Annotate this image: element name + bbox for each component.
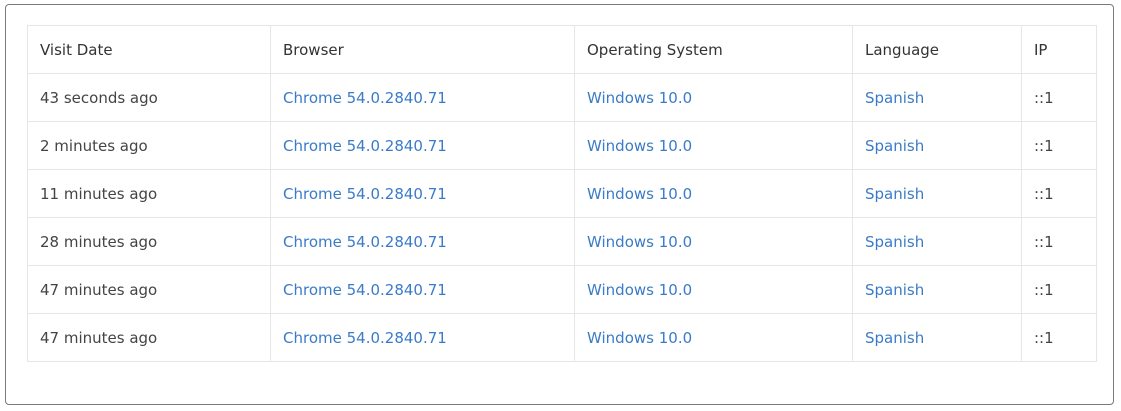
browser-link[interactable]: Chrome 54.0.2840.71 bbox=[283, 233, 447, 251]
language-link[interactable]: Spanish bbox=[865, 281, 924, 299]
browser-cell: Chrome 54.0.2840.71 bbox=[270, 217, 575, 266]
language-cell: Spanish bbox=[852, 313, 1022, 362]
os-link[interactable]: Windows 10.0 bbox=[587, 89, 692, 107]
browser-cell: Chrome 54.0.2840.71 bbox=[270, 73, 575, 122]
browser-link[interactable]: Chrome 54.0.2840.71 bbox=[283, 329, 447, 347]
os-link[interactable]: Windows 10.0 bbox=[587, 185, 692, 203]
os-cell: Windows 10.0 bbox=[574, 121, 853, 170]
header-visit-date: Visit Date bbox=[27, 25, 271, 74]
visit-date-cell: 47 minutes ago bbox=[27, 313, 271, 362]
language-link[interactable]: Spanish bbox=[865, 89, 924, 107]
table-row: 2 minutes ago Chrome 54.0.2840.71 Window… bbox=[27, 121, 1097, 170]
browser-cell: Chrome 54.0.2840.71 bbox=[270, 121, 575, 170]
visits-table: Visit Date Browser Operating System Lang… bbox=[27, 25, 1097, 362]
language-link[interactable]: Spanish bbox=[865, 137, 924, 155]
language-cell: Spanish bbox=[852, 265, 1022, 314]
ip-cell: ::1 bbox=[1021, 265, 1097, 314]
browser-link[interactable]: Chrome 54.0.2840.71 bbox=[283, 185, 447, 203]
browser-link[interactable]: Chrome 54.0.2840.71 bbox=[283, 137, 447, 155]
os-cell: Windows 10.0 bbox=[574, 169, 853, 218]
table-row: 47 minutes ago Chrome 54.0.2840.71 Windo… bbox=[27, 313, 1097, 362]
table-header: Visit Date Browser Operating System Lang… bbox=[27, 25, 1097, 74]
visit-date-cell: 47 minutes ago bbox=[27, 265, 271, 314]
language-link[interactable]: Spanish bbox=[865, 185, 924, 203]
table-row: 47 minutes ago Chrome 54.0.2840.71 Windo… bbox=[27, 265, 1097, 314]
ip-cell: ::1 bbox=[1021, 169, 1097, 218]
os-link[interactable]: Windows 10.0 bbox=[587, 233, 692, 251]
os-cell: Windows 10.0 bbox=[574, 73, 853, 122]
os-link[interactable]: Windows 10.0 bbox=[587, 281, 692, 299]
language-cell: Spanish bbox=[852, 121, 1022, 170]
os-cell: Windows 10.0 bbox=[574, 265, 853, 314]
header-language: Language bbox=[852, 25, 1022, 74]
browser-link[interactable]: Chrome 54.0.2840.71 bbox=[283, 281, 447, 299]
language-cell: Spanish bbox=[852, 169, 1022, 218]
os-link[interactable]: Windows 10.0 bbox=[587, 329, 692, 347]
language-cell: Spanish bbox=[852, 73, 1022, 122]
header-row: Visit Date Browser Operating System Lang… bbox=[27, 25, 1097, 74]
ip-cell: ::1 bbox=[1021, 217, 1097, 266]
table-row: 43 seconds ago Chrome 54.0.2840.71 Windo… bbox=[27, 73, 1097, 122]
visit-date-cell: 11 minutes ago bbox=[27, 169, 271, 218]
language-link[interactable]: Spanish bbox=[865, 233, 924, 251]
header-browser: Browser bbox=[270, 25, 575, 74]
os-cell: Windows 10.0 bbox=[574, 313, 853, 362]
visit-date-cell: 28 minutes ago bbox=[27, 217, 271, 266]
browser-cell: Chrome 54.0.2840.71 bbox=[270, 313, 575, 362]
visits-panel: Visit Date Browser Operating System Lang… bbox=[5, 4, 1114, 405]
visit-date-cell: 43 seconds ago bbox=[27, 73, 271, 122]
header-operating-system: Operating System bbox=[574, 25, 853, 74]
ip-cell: ::1 bbox=[1021, 73, 1097, 122]
table-row: 28 minutes ago Chrome 54.0.2840.71 Windo… bbox=[27, 217, 1097, 266]
browser-link[interactable]: Chrome 54.0.2840.71 bbox=[283, 89, 447, 107]
header-ip: IP bbox=[1021, 25, 1097, 74]
language-cell: Spanish bbox=[852, 217, 1022, 266]
visit-date-cell: 2 minutes ago bbox=[27, 121, 271, 170]
ip-cell: ::1 bbox=[1021, 121, 1097, 170]
language-link[interactable]: Spanish bbox=[865, 329, 924, 347]
ip-cell: ::1 bbox=[1021, 313, 1097, 362]
os-link[interactable]: Windows 10.0 bbox=[587, 137, 692, 155]
os-cell: Windows 10.0 bbox=[574, 217, 853, 266]
browser-cell: Chrome 54.0.2840.71 bbox=[270, 169, 575, 218]
table-row: 11 minutes ago Chrome 54.0.2840.71 Windo… bbox=[27, 169, 1097, 218]
browser-cell: Chrome 54.0.2840.71 bbox=[270, 265, 575, 314]
table-body: 43 seconds ago Chrome 54.0.2840.71 Windo… bbox=[27, 73, 1097, 362]
